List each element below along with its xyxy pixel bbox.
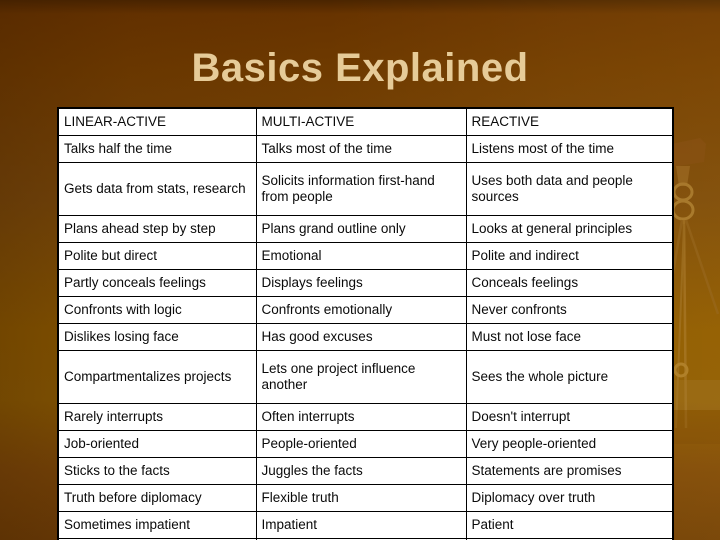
table-cell: Plans ahead step by step [57, 215, 257, 243]
table-cell: Talks half the time [57, 135, 257, 163]
table-row: Sometimes impatient Impatient Patient [57, 511, 674, 539]
table-cell: Emotional [255, 242, 467, 270]
slide-canvas: Basics Explained LINEAR-ACTIVE MULTI-ACT… [0, 0, 720, 540]
table-row: Compartmentalizes projects Lets one proje… [57, 350, 674, 404]
table-cell: Gets data from stats, research [57, 162, 257, 216]
culture-comparison-table: LINEAR-ACTIVE MULTI-ACTIVE REACTIVE Talk… [57, 107, 674, 540]
table-cell: Looks at general principles [465, 215, 674, 243]
table-cell: Rarely interrupts [57, 403, 257, 431]
table-cell: Confronts emotionally [255, 296, 467, 324]
table-cell: Lets one project influence another [255, 350, 467, 404]
table-row: Truth before diplomacy Flexible truth Dipl… [57, 484, 674, 512]
column-header-reactive: REACTIVE [465, 107, 674, 136]
table-row: Polite but direct Emotional Polite and ind… [57, 242, 674, 270]
table-row: Sticks to the facts Juggles the facts Stat… [57, 457, 674, 485]
table-cell: Solicits information first-hand from peo… [255, 162, 467, 216]
table-cell: Has good excuses [255, 323, 467, 351]
table-cell: Polite but direct [57, 242, 257, 270]
table-header-row: LINEAR-ACTIVE MULTI-ACTIVE REACTIVE [57, 107, 674, 136]
column-header-multi-active: MULTI-ACTIVE [255, 107, 467, 136]
table-cell: Impatient [255, 511, 467, 539]
table-cell: Conceals feelings [465, 269, 674, 297]
table-cell: Statements are promises [465, 457, 674, 485]
comparison-table-wrapper: LINEAR-ACTIVE MULTI-ACTIVE REACTIVE Talk… [57, 107, 674, 540]
table-cell: Very people-oriented [465, 430, 674, 458]
column-header-linear-active: LINEAR-ACTIVE [57, 107, 257, 136]
table-cell: Listens most of the time [465, 135, 674, 163]
table-row: Rarely interrupts Often interrupts Doesn't… [57, 403, 674, 431]
table-cell: Plans grand outline only [255, 215, 467, 243]
table-row: Gets data from stats, research Solicits i… [57, 162, 674, 216]
table-cell: Partly conceals feelings [57, 269, 257, 297]
table-cell: Juggles the facts [255, 457, 467, 485]
table-cell: Uses both data and people sources [465, 162, 674, 216]
table-cell: People-oriented [255, 430, 467, 458]
table-row: Talks half the time Talks most of the tim… [57, 135, 674, 163]
table-row: Confronts with logic Confronts emotionall… [57, 296, 674, 324]
table-cell: Truth before diplomacy [57, 484, 257, 512]
table-cell: Sticks to the facts [57, 457, 257, 485]
table-cell: Confronts with logic [57, 296, 257, 324]
table-cell: Job-oriented [57, 430, 257, 458]
table-cell: Flexible truth [255, 484, 467, 512]
table-cell: Doesn't interrupt [465, 403, 674, 431]
table-row: Partly conceals feelings Displays feeling… [57, 269, 674, 297]
table-row: Job-oriented People-oriented Very people-o… [57, 430, 674, 458]
table-cell: Displays feelings [255, 269, 467, 297]
table-cell: Dislikes losing face [57, 323, 257, 351]
table-row: Dislikes losing face Has good excuses Must… [57, 323, 674, 351]
table-cell: Talks most of the time [255, 135, 467, 163]
page-title: Basics Explained [191, 46, 529, 90]
table-cell: Often interrupts [255, 403, 467, 431]
table-cell: Diplomacy over truth [465, 484, 674, 512]
table-cell: Polite and indirect [465, 242, 674, 270]
table-cell: Patient [465, 511, 674, 539]
table-cell: Sometimes impatient [57, 511, 257, 539]
table-cell: Never confronts [465, 296, 674, 324]
table-cell: Must not lose face [465, 323, 674, 351]
table-header: LINEAR-ACTIVE MULTI-ACTIVE REACTIVE [57, 107, 674, 136]
table-cell: Sees the whole picture [465, 350, 674, 404]
table-row: Plans ahead step by step Plans grand outl… [57, 215, 674, 243]
table-cell: Compartmentalizes projects [57, 350, 257, 404]
table-body: Talks half the time Talks most of the tim… [57, 135, 674, 540]
